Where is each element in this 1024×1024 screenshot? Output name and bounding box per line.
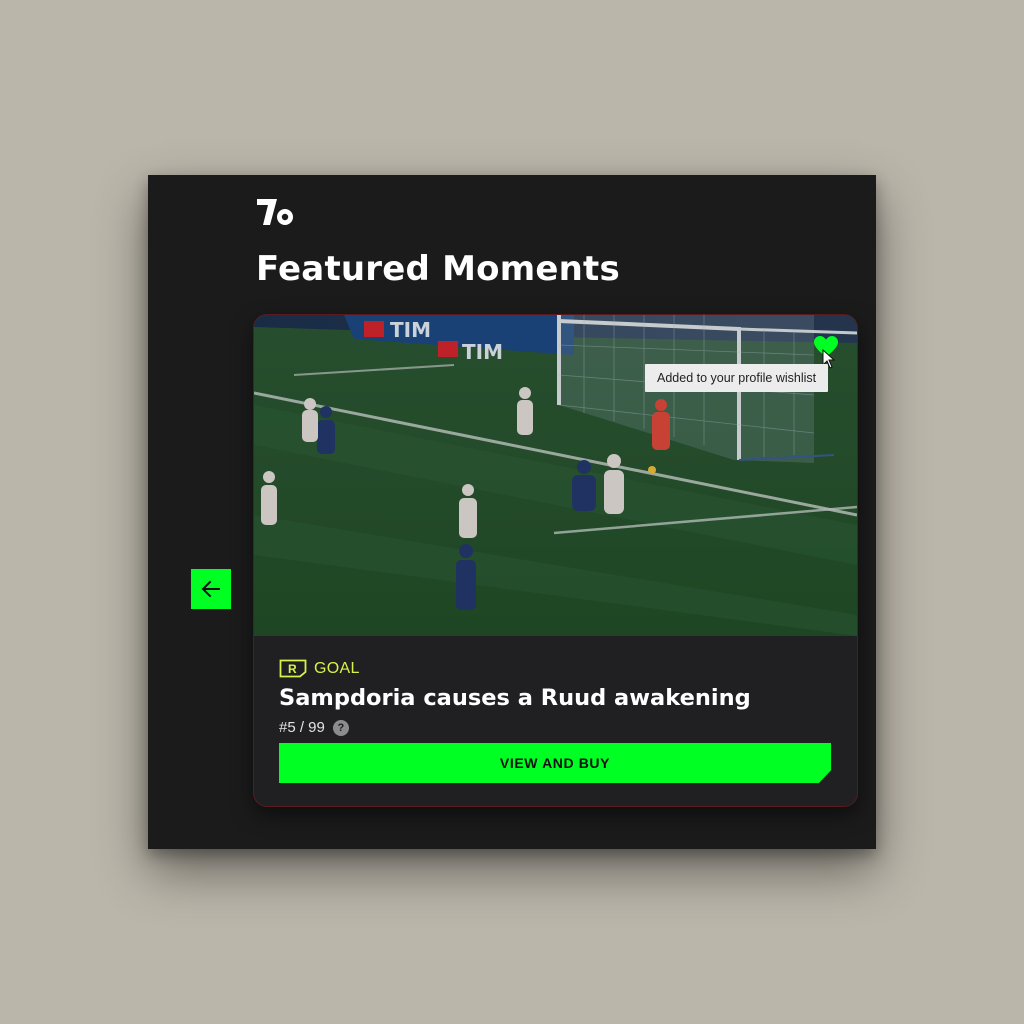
- moment-card[interactable]: TIM TIM Added to your profile wishlist R…: [253, 314, 858, 807]
- moment-category: GOAL: [314, 659, 360, 677]
- question-mark-icon[interactable]: ?: [332, 719, 349, 736]
- moment-title[interactable]: Sampdoria causes a Ruud awakening: [279, 685, 751, 711]
- wishlist-heart-button[interactable]: [813, 335, 839, 359]
- serial-number: #5 / 99: [279, 719, 325, 736]
- arrow-left-icon: [201, 580, 220, 598]
- wishlist-tooltip: Added to your profile wishlist: [645, 364, 829, 392]
- rarity-badge-icon: R: [279, 659, 307, 678]
- carousel-back-button[interactable]: [191, 569, 231, 609]
- heart-icon: [814, 336, 838, 357]
- section-title: Featured Moments: [256, 249, 620, 289]
- moment-badge-row: R GOAL: [279, 659, 360, 678]
- featured-moments-panel: Featured Moments TIM TIM Added to your p…: [148, 175, 876, 849]
- svg-text:R: R: [288, 662, 297, 676]
- view-and-buy-button[interactable]: VIEW AND BUY: [279, 743, 831, 783]
- serial-row: #5 / 99 ?: [279, 719, 349, 736]
- brand-logo[interactable]: [255, 193, 295, 227]
